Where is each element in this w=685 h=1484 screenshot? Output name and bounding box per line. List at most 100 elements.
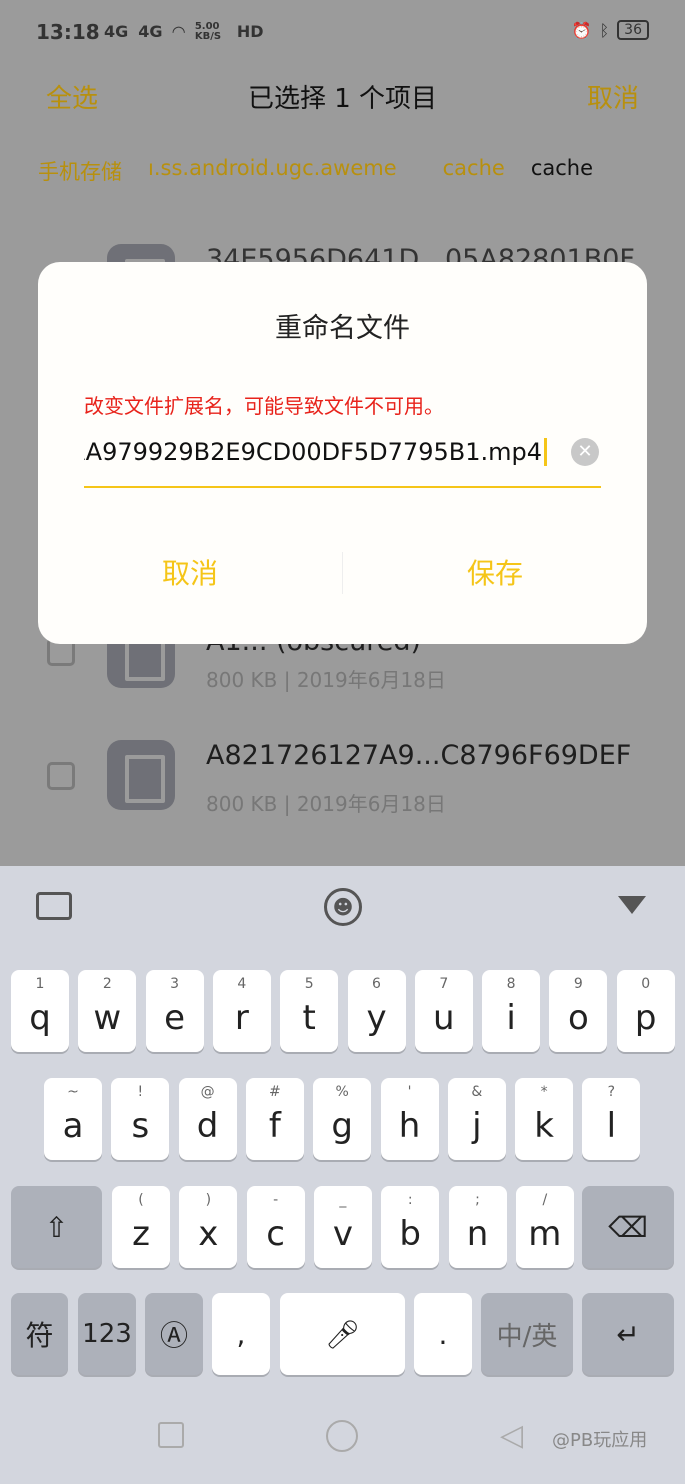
key-letter: s: [131, 1106, 150, 1146]
key-h[interactable]: ' h: [380, 1078, 439, 1160]
key-c[interactable]: -c: [246, 1186, 305, 1268]
period-key[interactable]: .: [414, 1293, 472, 1375]
language-key[interactable]: 中/英: [481, 1293, 573, 1375]
key-y[interactable]: 6y: [347, 970, 406, 1052]
key-letter: l: [606, 1106, 617, 1146]
key-hint: #: [269, 1084, 281, 1100]
key-v[interactable]: _ v: [313, 1186, 372, 1268]
symbols-key[interactable]: 符: [11, 1293, 68, 1375]
key-w[interactable]: 2w: [78, 970, 137, 1052]
breadcrumb-item[interactable]: cache: [423, 156, 531, 186]
file-row[interactable]: A821726127A9...C8796F69DEF 800 KB | 2019…: [0, 730, 685, 854]
key-g[interactable]: % g: [313, 1078, 372, 1160]
filename-input[interactable]: AA979929B2E9CD00DF5D7795B1.mp4 ✕: [84, 430, 601, 488]
key-letter: e: [164, 998, 186, 1038]
key-s[interactable]: ! s: [111, 1078, 170, 1160]
save-button[interactable]: 保存: [343, 552, 647, 592]
clear-icon[interactable]: ✕: [571, 438, 599, 466]
key-j[interactable]: & j: [447, 1078, 506, 1160]
key-letter: i: [506, 998, 516, 1038]
key-p[interactable]: 0p: [616, 970, 675, 1052]
key-hint: &: [471, 1084, 483, 1100]
key-hint: 4: [237, 976, 247, 992]
key-hint: 5: [304, 976, 314, 992]
key-hint: ): [205, 1192, 212, 1208]
cancel-button[interactable]: 取消: [587, 78, 639, 115]
dialog-cancel-button[interactable]: 取消: [38, 552, 342, 592]
space-voice-key[interactable]: 🎤︎: [280, 1293, 405, 1375]
key-o[interactable]: 9o: [549, 970, 608, 1052]
key-hint: @: [200, 1084, 215, 1100]
file-meta: 800 KB | 2019年6月18日: [206, 668, 446, 692]
key-hint: 2: [102, 976, 112, 992]
back-icon[interactable]: ◁: [500, 1420, 523, 1452]
key-l[interactable]: ? l: [582, 1078, 641, 1160]
home-icon[interactable]: [326, 1420, 358, 1452]
key-f[interactable]: # f: [245, 1078, 304, 1160]
key-q[interactable]: 1q: [11, 970, 69, 1052]
breadcrumb-item[interactable]: ı.ss.android.ugc.aweme: [148, 156, 423, 186]
key-r[interactable]: 4r: [212, 970, 271, 1052]
hd-icon: HD: [236, 22, 264, 41]
shift-key[interactable]: ⇧: [11, 1186, 102, 1268]
page-title: 已选择 1 个项目: [247, 84, 438, 114]
breadcrumb-item[interactable]: 手机存储: [38, 156, 148, 186]
checkbox[interactable]: [47, 762, 75, 790]
rename-dialog: 重命名文件 改变文件扩展名，可能导致文件不可用。 AA979929B2E9CD0…: [38, 262, 647, 644]
key-b[interactable]: :b: [381, 1186, 440, 1268]
key-letter: c: [266, 1214, 285, 1254]
key-hint: -: [273, 1192, 279, 1208]
key-z[interactable]: (z: [112, 1186, 170, 1268]
collapse-keyboard-icon[interactable]: [618, 896, 646, 914]
key-hint: ': [407, 1084, 412, 1100]
key-letter: z: [132, 1214, 150, 1254]
keyboard-icon[interactable]: [36, 892, 72, 920]
key-m[interactable]: / m: [515, 1186, 574, 1268]
key-hint: 7: [439, 976, 449, 992]
key-letter: x: [198, 1214, 219, 1254]
key-hint: 3: [170, 976, 180, 992]
breadcrumb-item[interactable]: cache: [531, 156, 619, 186]
emoji-icon[interactable]: ☻: [324, 888, 362, 926]
key-d[interactable]: @ d: [178, 1078, 237, 1160]
key-letter: b: [399, 1214, 421, 1254]
key-x[interactable]: ) x: [179, 1186, 238, 1268]
status-icons: 4G 4G ◠ 5.00 KB/S HD: [104, 22, 264, 42]
key-letter: v: [332, 1214, 353, 1254]
key-hint: ~: [67, 1084, 79, 1100]
wifi-icon: ◠: [172, 22, 185, 41]
key-letter: y: [366, 998, 387, 1038]
dialog-title: 重命名文件: [275, 313, 410, 344]
key-letter: d: [196, 1106, 219, 1146]
key-hint: ;: [475, 1192, 480, 1208]
key-i[interactable]: 8i: [482, 970, 541, 1052]
key-letter: j: [472, 1106, 482, 1146]
battery-icon: 36: [617, 20, 649, 40]
key-hint: :: [407, 1192, 413, 1208]
key-letter: m: [528, 1214, 562, 1254]
text-edit-icon[interactable]: Ⓐ: [145, 1293, 203, 1375]
breadcrumb: 手机存储 ı.ss.android.ugc.aweme cache cache: [38, 156, 619, 186]
key-hint: /: [542, 1192, 548, 1208]
key-hint: 8: [506, 976, 516, 992]
alarm-icon: ⏰: [571, 20, 592, 40]
key-k[interactable]: * k: [515, 1078, 574, 1160]
key-letter: t: [302, 998, 316, 1038]
comma-key[interactable]: ,: [212, 1293, 270, 1375]
key-n[interactable]: ; n: [448, 1186, 507, 1268]
key-e[interactable]: 3e: [145, 970, 204, 1052]
key-hint: !: [137, 1084, 144, 1100]
key-a[interactable]: ~ a: [44, 1078, 102, 1160]
key-t[interactable]: 5t: [280, 970, 339, 1052]
status-time: 13:18: [36, 20, 100, 44]
key-letter: p: [634, 998, 657, 1038]
key-u[interactable]: 7u: [414, 970, 473, 1052]
backspace-key[interactable]: ⌫: [582, 1186, 674, 1268]
numbers-key[interactable]: 123: [78, 1293, 136, 1375]
signal-icon: 4G: [138, 22, 163, 41]
enter-key[interactable]: ↵: [582, 1293, 674, 1375]
key-letter: q: [29, 998, 51, 1038]
recents-icon[interactable]: [158, 1422, 184, 1448]
key-hint: 0: [641, 976, 651, 992]
key-hint: ?: [607, 1084, 616, 1100]
